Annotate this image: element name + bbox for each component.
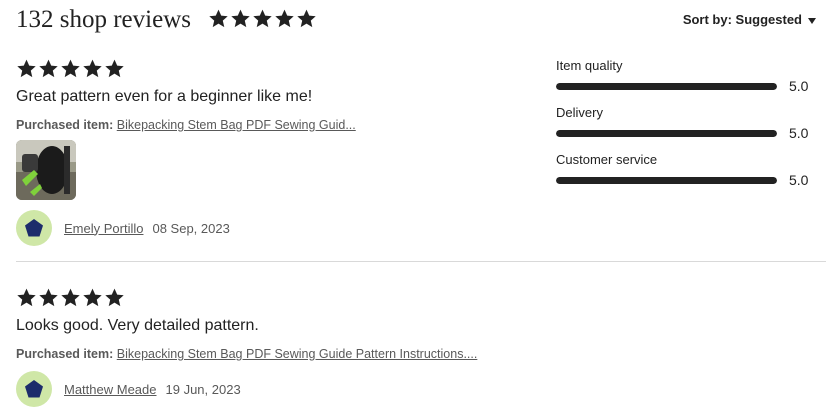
- reviews-header: 132 shop reviews Sort by: Suggested: [16, 4, 816, 38]
- rating-bar-fill: [556, 176, 777, 184]
- reviews-count-title: 132 shop reviews: [16, 6, 191, 33]
- rating-breakdown: Item quality 5.0 Delivery 5.0 Customer s…: [556, 58, 826, 199]
- rating-value: 5.0: [789, 172, 809, 188]
- star-icon: [252, 8, 273, 29]
- purchased-item: Purchased item: Bikepacking Stem Bag PDF…: [16, 347, 816, 361]
- star-icon: [104, 58, 125, 79]
- star-icon: [82, 287, 103, 308]
- rating-delivery: Delivery 5.0: [556, 105, 826, 141]
- purchased-item: Purchased item: Bikepacking Stem Bag PDF…: [16, 118, 526, 132]
- rating-value: 5.0: [789, 78, 809, 94]
- star-icon: [38, 287, 59, 308]
- review-text: Great pattern even for a beginner like m…: [16, 88, 313, 105]
- star-icon: [274, 8, 295, 29]
- rating-label: Item quality: [556, 58, 623, 73]
- sort-label: Sort by: Suggested: [682, 12, 802, 27]
- rating-bar-fill: [556, 82, 777, 90]
- pentagon-avatar-icon[interactable]: [16, 371, 52, 407]
- pentagon-avatar-icon[interactable]: [16, 210, 52, 246]
- star-icon: [16, 58, 37, 79]
- purchased-item-link[interactable]: Bikepacking Stem Bag PDF Sewing Guide Pa…: [117, 347, 478, 361]
- rating-item-quality: Item quality 5.0: [556, 58, 826, 94]
- review-divider: [16, 261, 826, 262]
- star-icon: [38, 58, 59, 79]
- star-icon: [230, 8, 251, 29]
- review-date: 08 Sep, 2023: [152, 220, 230, 236]
- rating-bar: [556, 129, 777, 137]
- star-icon: [82, 58, 103, 79]
- review-date: 19 Jun, 2023: [165, 381, 241, 397]
- rating-label: Delivery: [556, 105, 603, 120]
- review-text: Looks good. Very detailed pattern.: [16, 317, 259, 334]
- shop-rating-stars: [208, 8, 317, 29]
- purchased-item-link[interactable]: Bikepacking Stem Bag PDF Sewing Guid...: [117, 118, 356, 132]
- star-icon: [60, 58, 81, 79]
- review-card: Looks good. Very detailed pattern. Purch…: [16, 287, 816, 407]
- rating-bar-fill: [556, 129, 777, 137]
- rating-bar: [556, 82, 777, 90]
- rating-customer-service: Customer service 5.0: [556, 152, 826, 188]
- review-author-row: Matthew Meade 19 Jun, 2023: [16, 371, 816, 407]
- rating-bar: [556, 176, 777, 184]
- rating-value: 5.0: [789, 125, 809, 141]
- review-author-row: Emely Portillo 08 Sep, 2023: [16, 210, 526, 246]
- review-rating-stars: [16, 58, 526, 79]
- rating-label: Customer service: [556, 152, 658, 167]
- sort-dropdown[interactable]: Sort by: Suggested: [683, 12, 816, 27]
- purchased-item-label: Purchased item:: [16, 347, 114, 361]
- review-card: Great pattern even for a beginner like m…: [16, 58, 526, 246]
- star-icon: [104, 287, 125, 308]
- star-icon: [296, 8, 317, 29]
- review-photo-thumbnail[interactable]: [16, 140, 76, 200]
- purchased-item-label: Purchased item:: [16, 118, 114, 132]
- star-icon: [16, 287, 37, 308]
- star-icon: [208, 8, 229, 29]
- star-icon: [60, 287, 81, 308]
- review-rating-stars: [16, 287, 816, 308]
- review-author-link[interactable]: Matthew Meade: [64, 382, 157, 397]
- review-author-link[interactable]: Emely Portillo: [64, 221, 143, 236]
- caret-down-icon: [808, 17, 816, 24]
